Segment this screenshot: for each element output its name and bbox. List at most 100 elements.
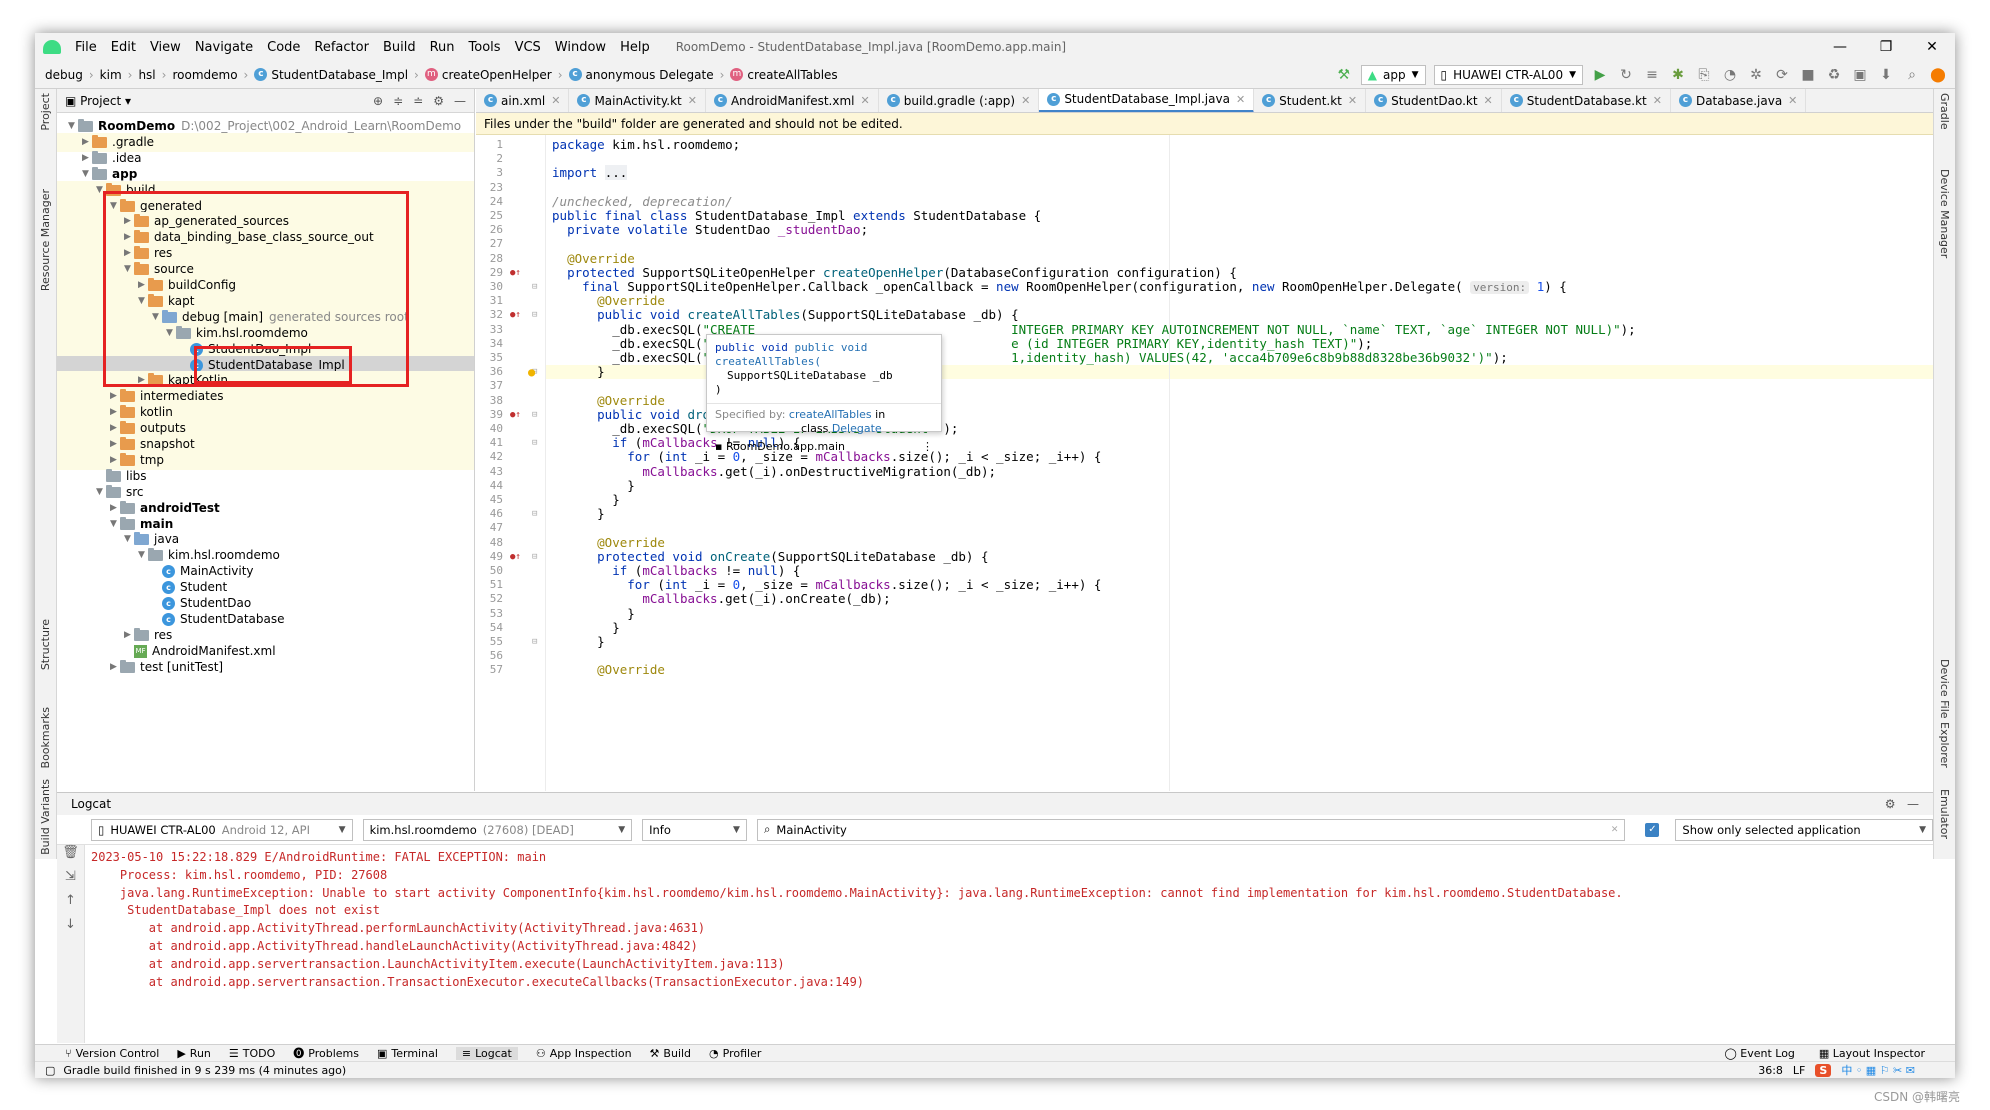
- menu-vcs[interactable]: VCS: [515, 40, 541, 55]
- bookmarks-tool-button[interactable]: Bookmarks: [39, 707, 52, 768]
- menu-build[interactable]: Build: [383, 40, 416, 55]
- breadcrumb-item[interactable]: debug: [45, 68, 83, 82]
- menu-window[interactable]: Window: [555, 40, 606, 55]
- sdk-manager-icon[interactable]: ⬇: [1877, 67, 1895, 83]
- regex-checkbox[interactable]: ✓: [1645, 822, 1660, 837]
- tool-tab[interactable]: ⓿ Problems: [293, 1045, 359, 1061]
- close-tab-icon[interactable]: ✕: [1653, 94, 1662, 107]
- menu-file[interactable]: File: [75, 40, 97, 55]
- project-view-select[interactable]: ▣ Project ▾: [65, 94, 131, 108]
- scroll-to-end-icon[interactable]: ⇲: [57, 869, 84, 893]
- rerun-icon[interactable]: ↻: [1617, 67, 1635, 83]
- logcat-search-input[interactable]: ⌕ MainActivity ✕: [756, 818, 1626, 841]
- tool-tab[interactable]: ◔ Profiler: [709, 1047, 761, 1060]
- device-file-explorer-tool-button[interactable]: Device File Explorer: [1938, 659, 1951, 768]
- run-icon[interactable]: ▶: [1591, 67, 1609, 83]
- override-gutter-icon[interactable]: ●↑: [510, 550, 521, 564]
- code-area[interactable]: 1 2 3 23 24 25 26 27 28 29 ●↑ 30 ⊟ 31 32 ●↑ ⊟ 33 34 35 36 ⊟ 37…: [476, 135, 1933, 791]
- stop-icon[interactable]: ■: [1799, 67, 1817, 83]
- editor-tab[interactable]: c MainActivity.kt ✕: [569, 89, 706, 112]
- debug-icon[interactable]: ✱: [1669, 67, 1687, 83]
- collapse-all-icon[interactable]: ≐: [413, 94, 423, 108]
- close-tab-icon[interactable]: ✕: [1788, 94, 1797, 107]
- chevron-right-icon[interactable]: ▶: [107, 658, 120, 677]
- breadcrumb-item[interactable]: StudentDatabase_Impl: [271, 68, 408, 82]
- fold-marker-icon[interactable]: ⊟: [532, 308, 537, 322]
- editor-tab[interactable]: c Student.kt ✕: [1254, 89, 1367, 112]
- editor-tab[interactable]: c AndroidManifest.xml ✕: [706, 89, 879, 112]
- profile-icon[interactable]: ◔: [1721, 67, 1739, 83]
- tool-tab[interactable]: ▶ Run: [177, 1047, 211, 1060]
- menu-navigate[interactable]: Navigate: [195, 40, 253, 55]
- menu-refactor[interactable]: Refactor: [314, 40, 369, 55]
- menu-view[interactable]: View: [150, 40, 181, 55]
- fold-marker-icon[interactable]: ⊟: [532, 436, 537, 450]
- project-tool-button[interactable]: Project: [39, 93, 52, 131]
- menu-tools[interactable]: Tools: [469, 40, 501, 55]
- bug-icon[interactable]: ✲: [1747, 67, 1765, 83]
- device-manager-tool-button[interactable]: Device Manager: [1938, 169, 1951, 258]
- editor-tab[interactable]: c ain.xml ✕: [476, 89, 570, 112]
- device-select[interactable]: ▯ HUAWEI CTR-AL00 ▼: [1433, 64, 1583, 85]
- maximize-icon[interactable]: ❐: [1863, 39, 1909, 55]
- line-separator[interactable]: LF: [1793, 1064, 1805, 1077]
- structure-tool-button[interactable]: Structure: [39, 619, 52, 670]
- close-tab-icon[interactable]: ✕: [1021, 94, 1030, 107]
- menu-run[interactable]: Run: [430, 40, 455, 55]
- tool-tab[interactable]: ☰ TODO: [229, 1047, 275, 1060]
- menu-edit[interactable]: Edit: [111, 40, 136, 55]
- close-icon[interactable]: ✕: [1909, 39, 1955, 55]
- fold-marker-icon[interactable]: ⊟: [532, 635, 537, 649]
- tool-tab[interactable]: ≡ Logcat: [455, 1046, 518, 1060]
- gradle-tool-button[interactable]: Gradle: [1938, 93, 1951, 130]
- emulator-tool-button[interactable]: Emulator: [1938, 789, 1951, 839]
- fold-marker-icon[interactable]: ⊟: [532, 408, 537, 422]
- close-tab-icon[interactable]: ✕: [861, 94, 870, 107]
- tool-tab[interactable]: ⚒ Build: [650, 1047, 692, 1060]
- settings-gear-icon[interactable]: ⚙: [433, 94, 444, 108]
- close-tab-icon[interactable]: ✕: [551, 94, 560, 107]
- tool-tab[interactable]: ⑂ Version Control: [65, 1047, 159, 1060]
- close-tab-icon[interactable]: ✕: [1348, 94, 1357, 107]
- up-arrow-icon[interactable]: ↑: [57, 893, 84, 917]
- sync-icon[interactable]: ⟳: [1773, 67, 1791, 83]
- fold-marker-icon[interactable]: ⊟: [532, 550, 537, 564]
- logcat-filter-select[interactable]: Show only selected application ▼: [1675, 818, 1933, 841]
- more-options-icon[interactable]: ⋮: [922, 440, 933, 454]
- gradle-sync-icon[interactable]: ♻: [1825, 67, 1843, 83]
- expand-all-icon[interactable]: ≑: [393, 94, 403, 108]
- hide-panel-icon[interactable]: —: [454, 94, 466, 108]
- doc-link[interactable]: Delegate: [832, 422, 882, 435]
- breadcrumb-item[interactable]: hsl: [138, 68, 155, 82]
- run-config-select[interactable]: ▲ app ▼: [1360, 64, 1426, 85]
- doc-link[interactable]: createAllTables: [789, 408, 872, 421]
- status-panel-icon[interactable]: ▢: [45, 1064, 55, 1077]
- caret-position[interactable]: 36:8: [1758, 1064, 1783, 1077]
- close-tab-icon[interactable]: ✕: [688, 94, 697, 107]
- locate-icon[interactable]: ⊕: [373, 94, 383, 108]
- menu-help[interactable]: Help: [620, 40, 650, 55]
- editor-tab[interactable]: c StudentDatabase.kt ✕: [1502, 89, 1671, 112]
- logcat-output[interactable]: 2023-05-10 15:22:18.829 E/AndroidRuntime…: [91, 849, 1933, 1043]
- fold-marker-icon[interactable]: ⊟: [532, 507, 537, 521]
- logcat-settings-icon[interactable]: ⚙ —: [1885, 797, 1933, 811]
- logcat-process-select[interactable]: kim.hsl.roomdemo (27608) [DEAD] ▼: [362, 818, 633, 841]
- build-variants-tool-button[interactable]: Build Variants: [39, 779, 52, 855]
- tool-tab[interactable]: ⚇ App Inspection: [536, 1047, 632, 1060]
- down-arrow-icon[interactable]: ↓: [57, 917, 84, 941]
- search-icon[interactable]: ⌕: [1903, 67, 1921, 83]
- hammer-icon[interactable]: ⚒: [1335, 67, 1353, 83]
- apply-changes-icon[interactable]: ≡: [1643, 67, 1661, 83]
- tool-tab[interactable]: ▣ Terminal: [377, 1047, 438, 1060]
- logcat-device-select[interactable]: ▯ HUAWEI CTR-AL00 Android 12, API ▼: [91, 818, 353, 841]
- minimize-icon[interactable]: —: [1817, 39, 1863, 55]
- breadcrumb-item[interactable]: anonymous Delegate: [586, 68, 714, 82]
- override-gutter-icon[interactable]: ●↑: [510, 308, 521, 322]
- attach-debugger-icon[interactable]: ⎘: [1695, 67, 1713, 83]
- avd-manager-icon[interactable]: ▣: [1851, 67, 1869, 83]
- override-gutter-icon[interactable]: ●↑: [510, 266, 521, 280]
- fold-marker-icon[interactable]: ⊟: [532, 280, 537, 294]
- close-tab-icon[interactable]: ✕: [1236, 93, 1245, 106]
- editor-tab[interactable]: c StudentDao.kt ✕: [1366, 89, 1502, 112]
- close-tab-icon[interactable]: ✕: [1484, 94, 1493, 107]
